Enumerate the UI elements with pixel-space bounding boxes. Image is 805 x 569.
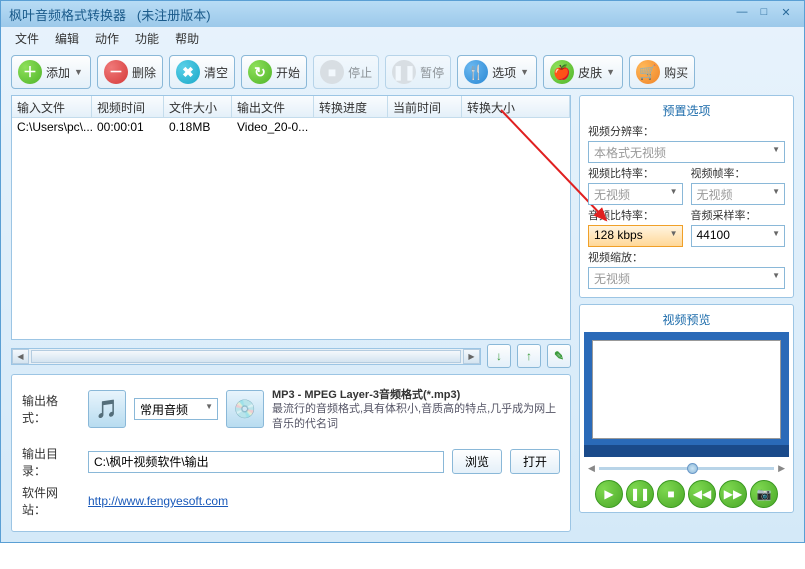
pause-preview-button[interactable]: ❚❚ (626, 480, 654, 508)
plus-icon: ＋ (18, 60, 42, 84)
dir-label: 输出目录： (22, 445, 80, 479)
music-icon: 🎵 (88, 390, 126, 428)
site-label: 软件网站： (22, 484, 80, 518)
abit-select[interactable]: 128 kbps (588, 225, 683, 247)
preview-title: 视频预览 (584, 311, 789, 328)
th-input[interactable]: 输入文件 (12, 96, 92, 117)
next-button[interactable]: ▶▶ (719, 480, 747, 508)
play-button[interactable]: ▶ (595, 480, 623, 508)
menu-help[interactable]: 帮助 (167, 28, 207, 49)
app-title-suffix: (未注册版本) (137, 8, 211, 23)
th-output[interactable]: 输出文件 (232, 96, 314, 117)
vfps-select[interactable]: 无视频 (691, 183, 786, 205)
table-row[interactable]: C:\Users\pc\... 00:00:01 0.18MB Video_20… (12, 118, 570, 138)
close-button[interactable]: ✕ (776, 6, 796, 22)
chevron-down-icon[interactable]: ▼ (606, 67, 616, 77)
table-header: 输入文件 视频时间 文件大小 输出文件 转换进度 当前时间 转换大小 (12, 96, 570, 118)
vbit-select[interactable]: 无视频 (588, 183, 683, 205)
minus-icon: － (104, 60, 128, 84)
menubar: 文件 编辑 动作 功能 帮助 (1, 27, 804, 49)
vbit-label: 视频比特率： (588, 165, 683, 181)
vres-select[interactable]: 本格式无视频 (588, 141, 785, 163)
cart-icon: 🛒 (636, 60, 660, 84)
stop-button[interactable]: ■停止 (313, 55, 379, 89)
clear-button[interactable]: ✖清空 (169, 55, 235, 89)
utensils-icon: 🍴 (464, 60, 488, 84)
th-vtime[interactable]: 视频时间 (92, 96, 164, 117)
asample-select[interactable]: 44100 (691, 225, 786, 247)
edit-list-button[interactable]: ✎ (547, 344, 571, 368)
clear-icon: ✖ (176, 60, 200, 84)
output-dir-input[interactable] (88, 451, 444, 473)
slider-thumb[interactable] (687, 463, 698, 474)
pause-button[interactable]: ❚❚暂停 (385, 55, 451, 89)
start-button[interactable]: ↻开始 (241, 55, 307, 89)
move-down-button[interactable]: ↓ (487, 344, 511, 368)
skin-button[interactable]: 🍎皮肤▼ (543, 55, 623, 89)
pause-icon: ❚❚ (392, 60, 416, 84)
options-button[interactable]: 🍴选项▼ (457, 55, 537, 89)
vres-label: 视频分辨率： (588, 123, 785, 139)
app-title: 枫叶音频格式转换器 (9, 8, 126, 23)
slider-left-icon: ◀ (588, 463, 595, 474)
chevron-down-icon[interactable]: ▼ (74, 67, 84, 77)
preset-panel: 预置选项 视频分辨率： 本格式无视频 视频比特率： 视频帧率： 无视频 无视频 … (579, 95, 794, 298)
asample-label: 音频采样率： (691, 207, 786, 223)
disc-icon: 💿 (226, 390, 264, 428)
scroll-right-icon[interactable]: ▶ (463, 349, 480, 364)
format-desc: 最流行的音频格式,具有体积小,音质高的特点,几乎成为网上音乐的代名词 (272, 402, 560, 431)
browse-button[interactable]: 浏览 (452, 449, 502, 474)
toolbar: ＋添加▼ －删除 ✖清空 ↻开始 ■停止 ❚❚暂停 🍴选项▼ 🍎皮肤▼ 🛒购买 (1, 49, 804, 95)
snapshot-button[interactable]: 📷 (750, 480, 778, 508)
prev-button[interactable]: ◀◀ (688, 480, 716, 508)
th-size[interactable]: 文件大小 (164, 96, 232, 117)
delete-button[interactable]: －删除 (97, 55, 163, 89)
stop-icon: ■ (320, 60, 344, 84)
vfps-label: 视频帧率： (691, 165, 786, 181)
move-up-button[interactable]: ↑ (517, 344, 541, 368)
format-category-select[interactable]: 常用音频 (134, 398, 218, 420)
maximize-button[interactable]: □ (754, 6, 774, 22)
apple-icon: 🍎 (550, 60, 574, 84)
th-curtime[interactable]: 当前时间 (388, 96, 462, 117)
open-button[interactable]: 打开 (510, 449, 560, 474)
stop-preview-button[interactable]: ■ (657, 480, 685, 508)
refresh-icon: ↻ (248, 60, 272, 84)
buy-button[interactable]: 🛒购买 (629, 55, 695, 89)
format-name: MP3 - MPEG Layer-3音频格式(*.mp3) (272, 388, 560, 402)
seek-slider[interactable] (599, 467, 774, 470)
abit-label: 音频比特率： (588, 207, 683, 223)
th-progress[interactable]: 转换进度 (314, 96, 388, 117)
scroll-left-icon[interactable]: ◀ (12, 349, 29, 364)
minimize-button[interactable]: — (732, 6, 752, 22)
output-panel: 输出格式： 🎵 常用音频 💿 MP3 - MPEG Layer-3音频格式(*.… (11, 374, 571, 532)
menu-file[interactable]: 文件 (7, 28, 47, 49)
titlebar: 枫叶音频格式转换器 (未注册版本) — □ ✕ (1, 1, 804, 27)
file-table[interactable]: 输入文件 视频时间 文件大小 输出文件 转换进度 当前时间 转换大小 C:\Us… (11, 95, 571, 340)
slider-right-icon: ▶ (778, 463, 785, 474)
horizontal-scrollbar[interactable]: ◀ ▶ (11, 348, 481, 365)
preview-thumbnail (584, 332, 789, 457)
website-link[interactable]: http://www.fengyesoft.com (88, 494, 228, 508)
menu-function[interactable]: 功能 (127, 28, 167, 49)
scroll-thumb[interactable] (31, 350, 461, 363)
format-label: 输出格式： (22, 392, 80, 426)
add-button[interactable]: ＋添加▼ (11, 55, 91, 89)
th-convsize[interactable]: 转换大小 (462, 96, 570, 117)
preset-title: 预置选项 (588, 102, 785, 119)
menu-edit[interactable]: 编辑 (47, 28, 87, 49)
vzoom-select[interactable]: 无视频 (588, 267, 785, 289)
vzoom-label: 视频缩放： (588, 249, 785, 265)
menu-action[interactable]: 动作 (87, 28, 127, 49)
chevron-down-icon[interactable]: ▼ (520, 67, 530, 77)
preview-panel: 视频预览 ◀ ▶ ▶ ❚❚ ■ ◀◀ ▶▶ 📷 (579, 304, 794, 513)
